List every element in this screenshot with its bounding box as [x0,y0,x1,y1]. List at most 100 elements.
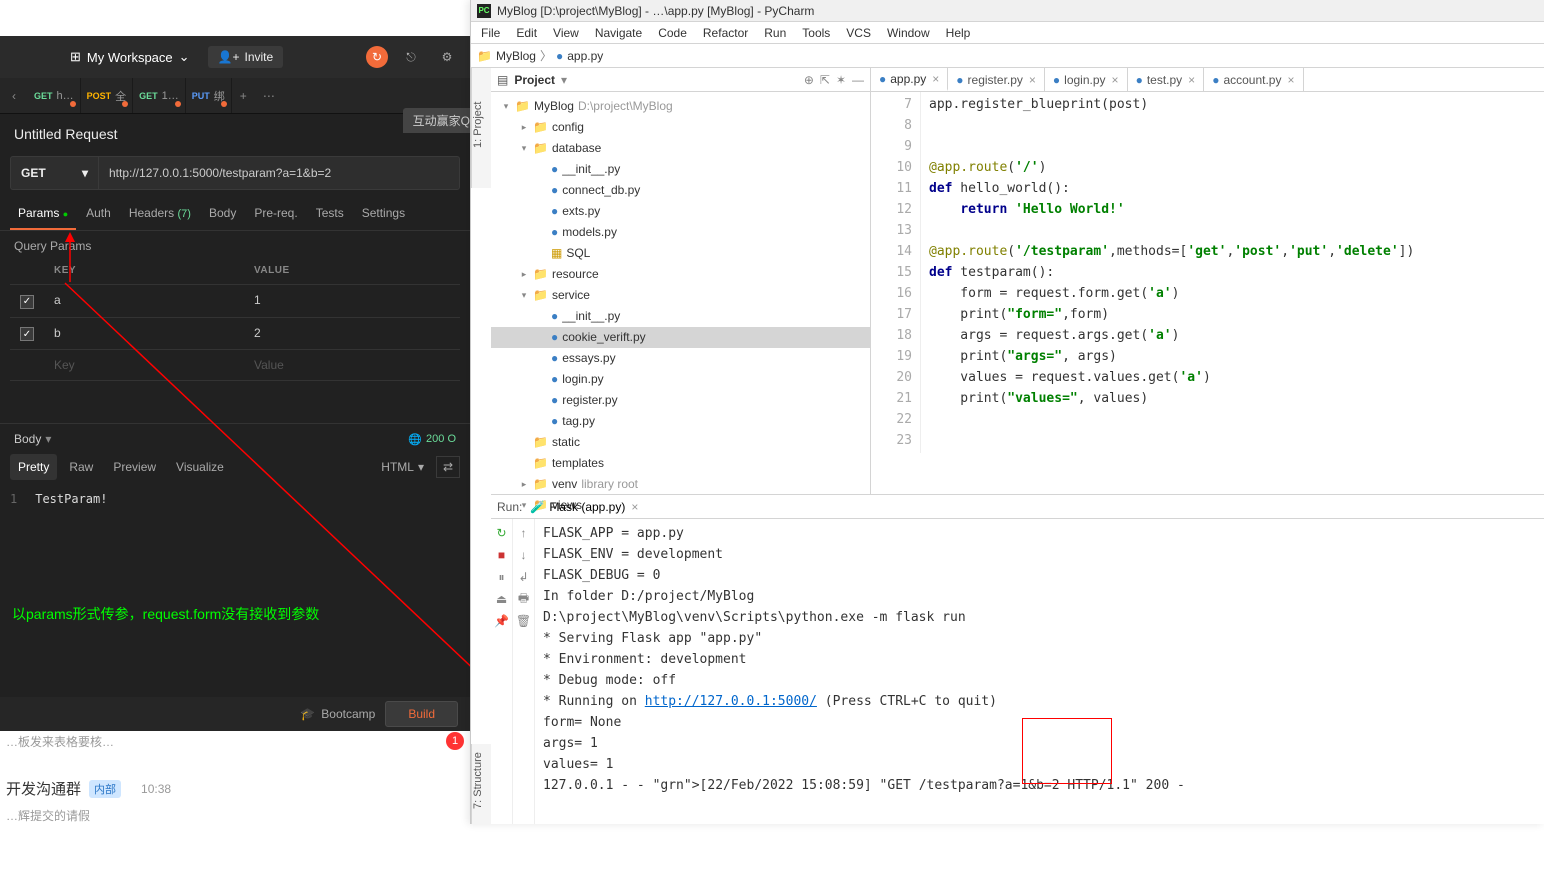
exit-button[interactable]: ⏏ [494,591,510,607]
editor-tab[interactable]: ●test.py× [1128,68,1205,91]
tab-tests[interactable]: Tests [308,200,352,230]
request-tab[interactable]: GETh… [28,78,81,113]
menu-help[interactable]: Help [938,24,979,42]
tree-node[interactable]: ▾📁database [491,138,870,159]
menu-tools[interactable]: Tools [794,24,838,42]
sync-button[interactable]: ↻ [366,46,388,68]
print-button[interactable]: 🖶 [516,591,532,607]
tab-headers[interactable]: Headers (7) [121,200,199,230]
menu-navigate[interactable]: Navigate [587,24,650,42]
close-icon[interactable]: × [1188,73,1195,87]
project-header-label[interactable]: Project [514,73,555,87]
request-tab[interactable]: GET1… [133,78,186,113]
menu-file[interactable]: File [473,24,508,42]
method-selector[interactable]: GET ▾ [11,157,99,189]
tree-node[interactable]: ▸📁venv library root [491,474,870,495]
locate-icon[interactable]: ⊕ [804,73,814,87]
new-tab-button[interactable]: + [232,89,255,103]
menu-run[interactable]: Run [756,24,794,42]
tree-node[interactable]: ●models.py [491,222,870,243]
tree-node[interactable]: ●__init__.py [491,306,870,327]
value-placeholder[interactable]: Value [244,350,460,380]
tool-window-structure-tab[interactable]: 7: Structure [471,744,491,824]
list-item[interactable]: 开发沟通群 内部 10:38 [0,774,470,803]
resp-tab-preview[interactable]: Preview [105,454,164,480]
pause-button[interactable]: ⏸ [494,569,510,585]
settings-icon[interactable]: ⚙ [434,44,460,70]
tree-node[interactable]: ▸📁resource [491,264,870,285]
tree-node[interactable]: ▾📁service [491,285,870,306]
rerun-button[interactable]: ↻ [494,525,510,541]
collapse-icon[interactable]: ⇱ [820,73,830,87]
tab-prereq[interactable]: Pre-req. [246,200,305,230]
tree-node[interactable]: ●tag.py [491,411,870,432]
down-button[interactable]: ↓ [516,547,532,563]
menu-code[interactable]: Code [650,24,695,42]
pin-button[interactable]: 📌 [494,613,510,629]
editor-tab[interactable]: ●login.py× [1045,68,1128,91]
editor-tab[interactable]: ●account.py× [1204,68,1303,91]
close-icon[interactable]: × [932,72,939,86]
tree-node[interactable]: ●login.py [491,369,870,390]
row-checkbox[interactable]: ✓ [10,318,44,350]
hide-icon[interactable]: — [852,73,864,87]
list-item[interactable]: …板发来表格要核… 1 [0,728,470,754]
resp-tab-pretty[interactable]: Pretty [10,454,57,480]
editor-tab[interactable]: ●app.py× [871,68,948,91]
settings-icon[interactable]: ✶ [836,73,846,87]
body-dropdown[interactable]: Body [14,432,41,446]
tree-node[interactable]: 📁static [491,432,870,453]
tree-node[interactable]: ▸📁config [491,117,870,138]
bootcamp-button[interactable]: 🎓Bootcamp [300,707,375,721]
trash-button[interactable]: 🗑 [516,613,532,629]
key-placeholder[interactable]: Key [44,350,244,380]
crumb-project[interactable]: MyBlog [496,49,536,63]
project-tree[interactable]: ▾📁MyBlog D:\project\MyBlog▸📁config▾📁data… [491,92,870,520]
tool-window-project-tab[interactable]: 1: Project [471,68,491,188]
build-button[interactable]: Build [385,701,458,727]
tree-node[interactable]: ●cookie_verift.py [491,327,870,348]
tree-node[interactable]: ●register.py [491,390,870,411]
param-value[interactable]: 2 [244,318,460,350]
menu-edit[interactable]: Edit [508,24,545,42]
param-value[interactable]: 1 [244,285,460,317]
resp-tab-visualize[interactable]: Visualize [168,454,232,480]
row-checkbox[interactable]: ✓ [10,285,44,317]
tree-node[interactable]: 📁templates [491,453,870,474]
crumb-file[interactable]: app.py [567,49,603,63]
request-tab[interactable]: POST全 [81,78,134,113]
close-icon[interactable]: × [631,500,638,514]
request-tab[interactable]: PUT绑 [186,78,232,113]
code-editor[interactable]: 7891011121314151617181920212223 app.regi… [871,92,1544,453]
url-input[interactable] [99,157,459,189]
tab-params[interactable]: Params ● [10,200,76,230]
tree-node[interactable]: ●essays.py [491,348,870,369]
resp-tab-raw[interactable]: Raw [61,454,101,480]
tree-node[interactable]: ▦SQL [491,243,870,264]
close-icon[interactable]: × [1029,73,1036,87]
tab-settings[interactable]: Settings [354,200,413,230]
tree-node[interactable]: ●exts.py [491,201,870,222]
resp-format-select[interactable]: HTML ▾ [381,460,424,474]
run-config[interactable]: 🧪 Flask (app.py) × [530,500,638,514]
wrap-button[interactable]: ⇄ [436,456,460,478]
table-row-new[interactable]: Key Value [10,350,460,381]
menu-refactor[interactable]: Refactor [695,24,756,42]
invite-button[interactable]: 👤+ Invite [208,46,284,68]
menu-vcs[interactable]: VCS [838,24,879,42]
code-lines[interactable]: app.register_blueprint(post)@app.route('… [921,92,1414,453]
stop-button[interactable]: ■ [494,547,510,563]
tab-options-button[interactable]: ⋯ [255,89,283,103]
tab-back-button[interactable]: ‹ [0,89,28,103]
param-key[interactable]: a [44,285,244,317]
tab-auth[interactable]: Auth [78,200,119,230]
capture-icon[interactable]: ⎋ [398,44,424,70]
close-icon[interactable]: × [1287,73,1294,87]
up-button[interactable]: ↑ [516,525,532,541]
soft-wrap-button[interactable]: ↲ [516,569,532,585]
tab-body[interactable]: Body [201,200,244,230]
menu-view[interactable]: View [545,24,587,42]
menu-window[interactable]: Window [879,24,938,42]
editor-tab[interactable]: ●register.py× [948,68,1045,91]
tree-node[interactable]: ▾📁MyBlog D:\project\MyBlog [491,96,870,117]
